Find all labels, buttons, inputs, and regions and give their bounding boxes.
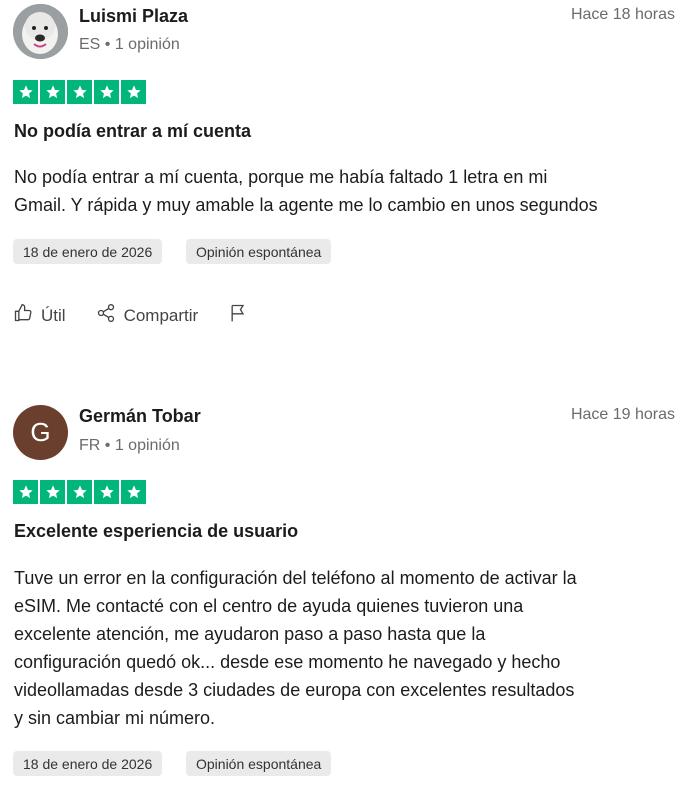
avatar[interactable]: G <box>13 405 68 460</box>
reviewer-name[interactable]: Luismi Plaza <box>79 6 188 27</box>
review-title[interactable]: Excelente esperiencia de usuario <box>14 521 298 542</box>
review-type-badge: Opinión espontánea <box>186 751 332 776</box>
thumbs-up-icon <box>13 303 33 328</box>
reviewer-meta: FR • 1 opinión <box>79 437 180 454</box>
avatar[interactable] <box>13 4 68 59</box>
review-date-badge: 18 de enero de 2026 <box>13 751 163 776</box>
reviewer-name[interactable]: Germán Tobar <box>79 406 201 427</box>
star-icon <box>121 480 146 504</box>
review-actions: Útil Compartir <box>13 302 278 329</box>
star-icon <box>40 480 65 504</box>
star-icon <box>67 480 92 504</box>
useful-button[interactable]: Útil <box>13 303 66 328</box>
flag-icon <box>228 302 248 329</box>
star-icon <box>94 80 119 104</box>
star-rating <box>13 480 146 504</box>
reviewer-meta: ES • 1 opinión <box>79 36 180 53</box>
star-icon <box>13 480 38 504</box>
star-icon <box>121 80 146 104</box>
star-icon <box>13 80 38 104</box>
star-icon <box>67 80 92 104</box>
review-time: Hace 18 horas <box>570 6 675 23</box>
share-icon <box>96 303 116 328</box>
share-button[interactable]: Compartir <box>96 303 199 328</box>
review-body: No podía entrar a mí cuenta, porque me h… <box>14 167 598 215</box>
star-icon <box>40 80 65 104</box>
review-type-badge: Opinión espontánea <box>186 239 332 264</box>
report-button[interactable] <box>228 302 248 329</box>
share-label: Compartir <box>123 305 199 325</box>
star-icon <box>94 480 119 504</box>
review-time: Hace 19 horas <box>570 406 675 423</box>
star-rating <box>13 80 146 104</box>
review-body: Tuve un error en la configuración del te… <box>14 568 577 728</box>
review-date-badge: 18 de enero de 2026 <box>13 239 163 264</box>
review-title[interactable]: No podía entrar a mí cuenta <box>14 121 251 142</box>
useful-label: Útil <box>41 305 66 325</box>
